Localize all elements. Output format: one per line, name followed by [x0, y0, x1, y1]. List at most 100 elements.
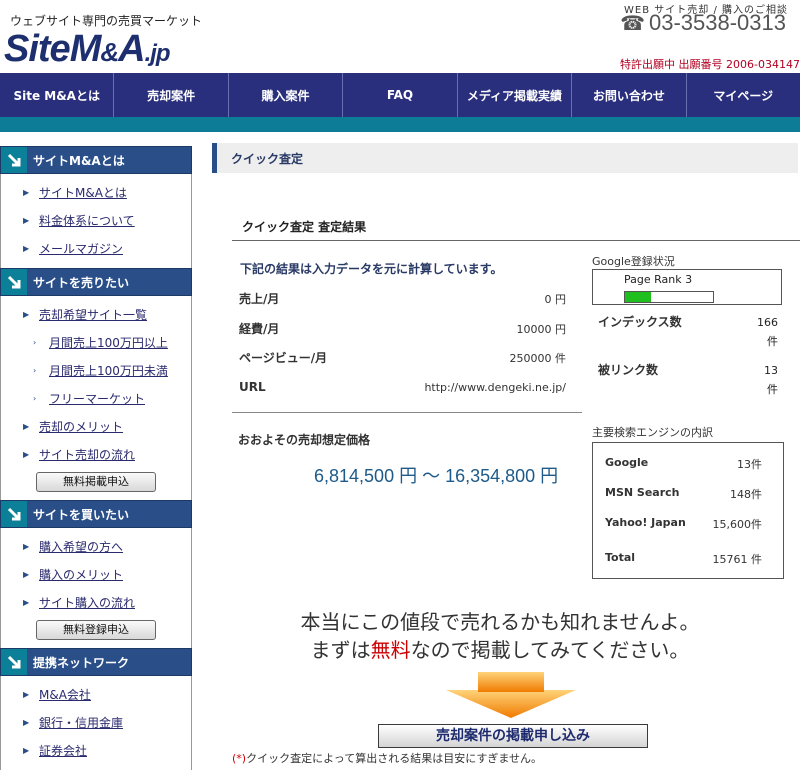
- nav-contact[interactable]: お問い合わせ: [572, 73, 687, 117]
- sidebar-item[interactable]: ▶ 売却のメリット: [1, 412, 191, 440]
- sidebar-item[interactable]: ▶ 売却希望サイト一覧: [1, 300, 191, 328]
- sidebar-item[interactable]: ▶ M&A会社: [1, 680, 191, 708]
- nav-sell-listings[interactable]: 売却案件: [114, 73, 229, 117]
- triangle-icon: ▶: [23, 243, 30, 253]
- sidebar-item[interactable]: ▶ 料金体系について: [1, 206, 191, 234]
- index-count-value: 166 件: [750, 313, 778, 351]
- sidebar-link[interactable]: 月間売上100万円以上: [49, 334, 168, 351]
- page-title: クイック査定: [212, 143, 798, 173]
- result-heading: クイック査定 査定結果: [232, 218, 800, 241]
- sidebar-item[interactable]: ▶ メールマガジン: [1, 234, 191, 262]
- sidebar-section-title: サイトを売りたい: [33, 275, 130, 290]
- phone-number: ☎ 03-3538-0313: [620, 10, 786, 36]
- index-count-number: 166: [757, 316, 778, 329]
- sidebar-subitem[interactable]: › フリーマーケット: [1, 384, 191, 412]
- sidebar-subitem[interactable]: › 月間売上100万円未満: [1, 356, 191, 384]
- sidebar-link[interactable]: フリーマーケット: [49, 390, 145, 407]
- sidebar-section-body: ▶ サイトM&Aとは ▶ 料金体系について ▶ メールマガジン: [0, 174, 192, 268]
- triangle-icon: ▶: [23, 309, 30, 319]
- sidebar-item[interactable]: ▶ サイト売却の流れ: [1, 440, 191, 468]
- logo-amp: &: [100, 37, 119, 67]
- triangle-icon: ▶: [23, 717, 30, 727]
- sidebar-link[interactable]: 購入のメリット: [39, 566, 123, 583]
- logo-a: A: [118, 28, 145, 70]
- sidebar-section-title: 提携ネットワーク: [33, 655, 130, 670]
- sidebar-section-sell: サイトを売りたい: [0, 268, 192, 296]
- sidebar-link[interactable]: M&A会社: [39, 686, 91, 703]
- sidebar-link[interactable]: 料金体系について: [39, 212, 135, 229]
- sidebar-link[interactable]: サイト売却の流れ: [39, 446, 135, 463]
- sidebar-item[interactable]: ▶ 証券会社: [1, 736, 191, 764]
- sidebar-section-buy: サイトを買いたい: [0, 500, 192, 528]
- sidebar-section-about: サイトM&Aとは: [0, 146, 192, 174]
- sidebar-link[interactable]: メールマガジン: [39, 240, 123, 257]
- page-rank-label: Page Rank 3: [624, 273, 693, 286]
- footnote: (*)クイック査定によって算出される結果は目安にすぎません。: [232, 750, 542, 766]
- divider: [232, 412, 582, 413]
- footnote-mark: (*): [232, 752, 247, 765]
- triangle-icon: ▶: [23, 187, 30, 197]
- nav-mypage[interactable]: マイページ: [687, 73, 800, 117]
- expense-value: 10000 円: [516, 323, 567, 336]
- index-count-label: インデックス数: [598, 315, 682, 329]
- sidebar-item[interactable]: ▶ サイト購入の流れ: [1, 588, 191, 616]
- nav-media[interactable]: メディア掲載実績: [458, 73, 573, 117]
- engine-total-label: Total: [605, 551, 636, 564]
- sidebar-link[interactable]: 売却のメリット: [39, 418, 123, 435]
- arrow-icon: [1, 649, 27, 675]
- engine-count: 13件: [737, 458, 762, 471]
- sidebar: サイトM&Aとは ▶ サイトM&Aとは ▶ 料金体系について ▶ メールマガジン サイ…: [0, 146, 192, 770]
- sidebar-section-title: サイトM&Aとは: [33, 153, 125, 168]
- nav-faq[interactable]: FAQ: [343, 73, 458, 117]
- phone-text: 03-3538-0313: [648, 10, 786, 35]
- down-arrow-icon: [446, 672, 576, 718]
- engine-count: 15,600件: [712, 518, 763, 531]
- sidebar-item[interactable]: ▶ サイトM&Aとは: [1, 178, 191, 206]
- nav-buy-listings[interactable]: 購入案件: [229, 73, 344, 117]
- engine-name: Google: [605, 456, 649, 469]
- patent-notice: 特許出願中 出願番号 2006-034147: [620, 58, 800, 71]
- backlink-count-label: 被リンク数: [598, 363, 659, 377]
- sidebar-link[interactable]: 銀行・信用金庫: [39, 714, 123, 731]
- site-logo[interactable]: SiteM&A.jp: [4, 28, 171, 71]
- arrow-icon: [1, 269, 27, 295]
- engine-breakdown-heading: 主要検索エンジンの内訳: [592, 426, 713, 439]
- sidebar-section-body: ▶ 売却希望サイト一覧 › 月間売上100万円以上 › 月間売上100万円未満 › フリ…: [0, 296, 192, 500]
- triangle-icon: ▶: [23, 449, 30, 459]
- logo-domain: .jp: [144, 40, 171, 67]
- pageview-label: ページビュー/月: [239, 351, 328, 365]
- sidebar-section-body: ▶ 購入希望の方へ ▶ 購入のメリット ▶ サイト購入の流れ 無料登録申込: [0, 528, 192, 648]
- google-status-label: Google登録状況: [592, 255, 675, 268]
- triangle-icon: ▶: [23, 215, 30, 225]
- chevron-right-icon: ›: [33, 365, 37, 375]
- nav-about[interactable]: Site M&Aとは: [0, 73, 115, 117]
- sidebar-section-title: サイトを買いたい: [33, 507, 130, 522]
- triangle-icon: ▶: [23, 569, 30, 579]
- pageview-value: 250000 件: [509, 352, 567, 365]
- triangle-icon: ▶: [23, 745, 30, 755]
- expense-label: 経費/月: [239, 322, 280, 336]
- calc-note: 下記の結果は入力データを元に計算しています。: [240, 262, 503, 276]
- sidebar-link[interactable]: 月間売上100万円未満: [49, 362, 168, 379]
- sidebar-link[interactable]: サイトM&Aとは: [39, 184, 127, 201]
- sidebar-subitem[interactable]: › 月間売上100万円以上: [1, 328, 191, 356]
- free-register-button[interactable]: 無料登録申込: [36, 620, 156, 640]
- free-listing-button[interactable]: 無料掲載申込: [36, 472, 156, 492]
- sidebar-link[interactable]: 売却希望サイト一覧: [39, 306, 147, 323]
- sidebar-link[interactable]: サイト購入の流れ: [39, 594, 135, 611]
- main-nav: Site M&Aとは 売却案件 購入案件 FAQ メディア掲載実績 お問い合わせ…: [0, 73, 800, 117]
- sidebar-item[interactable]: ▶ 銀行・信用金庫: [1, 708, 191, 736]
- backlink-count-value: 13 件: [750, 361, 778, 399]
- sidebar-link[interactable]: 購入希望の方へ: [39, 538, 123, 555]
- sidebar-item[interactable]: ▶ 購入希望の方へ: [1, 532, 191, 560]
- estimate-range: 6,814,500 円 〜 16,354,800 円: [314, 466, 559, 486]
- engine-name: MSN Search: [605, 486, 680, 499]
- triangle-icon: ▶: [23, 421, 30, 431]
- triangle-icon: ▶: [23, 541, 30, 551]
- sidebar-item[interactable]: ▶ 購入のメリット: [1, 560, 191, 588]
- sidebar-link[interactable]: 証券会社: [39, 742, 87, 759]
- triangle-icon: ▶: [23, 597, 30, 607]
- index-count-unit: 件: [767, 335, 778, 348]
- listing-apply-button[interactable]: 売却案件の掲載申し込み: [378, 724, 648, 748]
- logo-main: SiteM: [4, 28, 101, 70]
